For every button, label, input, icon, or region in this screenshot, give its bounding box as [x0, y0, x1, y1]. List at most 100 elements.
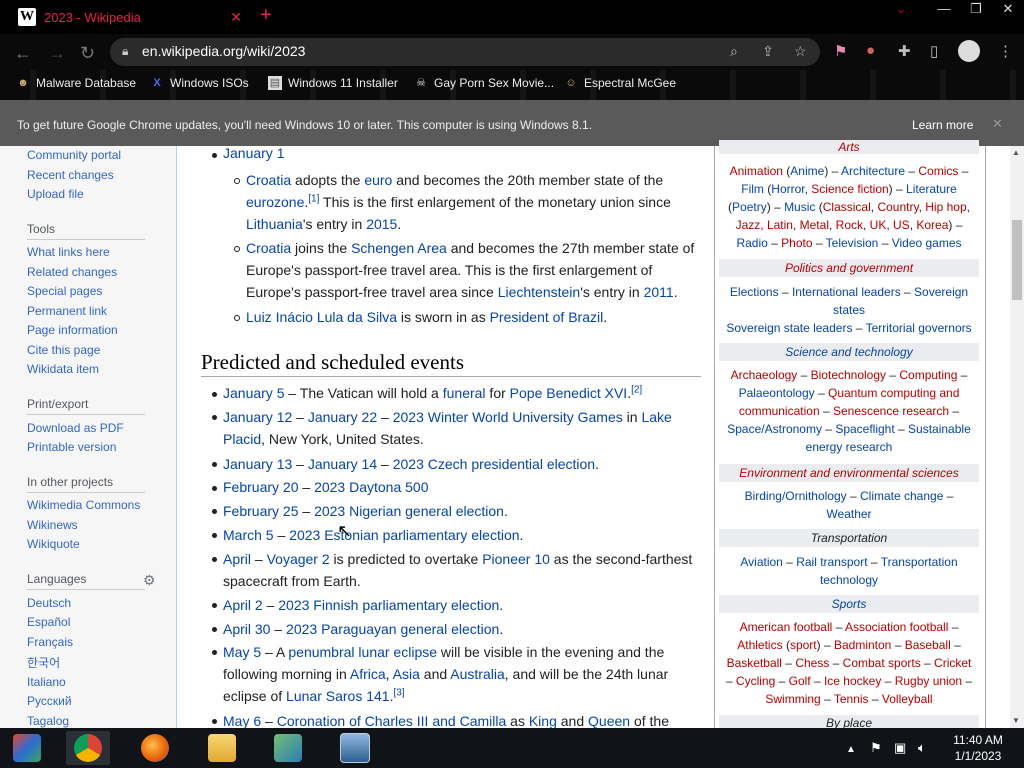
profile-avatar-icon[interactable]: [958, 40, 980, 62]
scroll-down-icon[interactable]: ▼: [1012, 716, 1020, 725]
navbox-link[interactable]: Senescence research: [833, 404, 949, 418]
navbox-link[interactable]: Sovereign state leaders: [726, 321, 852, 335]
sidebar-link-cite-this-page[interactable]: Cite this page: [27, 343, 100, 357]
link[interactable]: eurozone: [246, 194, 304, 210]
navbox-link[interactable]: Combat sports: [843, 656, 921, 670]
bookmark-gay-porn-sex-movie[interactable]: ☠ Gay Porn Sex Movie...: [414, 76, 554, 90]
learn-more-link[interactable]: Learn more: [912, 118, 973, 132]
bookmark-espectral-mcgee[interactable]: ☺ Espectral McGee: [564, 76, 676, 90]
navbox-group-environment[interactable]: Environment and environmental sciences: [719, 464, 979, 482]
infobar-close-icon[interactable]: ✕: [992, 116, 1003, 132]
navbox-link[interactable]: Weather: [826, 507, 871, 521]
zoom-search-icon[interactable]: ⌕: [730, 43, 738, 60]
link[interactable]: May 6: [223, 713, 261, 728]
navbox-link[interactable]: Palaeontology: [739, 386, 815, 400]
navbox-link[interactable]: Metal: [800, 218, 829, 232]
navbox-link[interactable]: Jazz: [736, 218, 761, 232]
maximize-button[interactable]: ❐: [960, 0, 992, 18]
sidebar-link-page-information[interactable]: Page information: [27, 323, 118, 337]
sidebar-link-upload-file[interactable]: Upload file: [27, 187, 84, 201]
navbox-link[interactable]: Rugby union: [895, 674, 962, 688]
navbox-link[interactable]: Biotechnology: [811, 368, 886, 382]
bookmark-windows-isos[interactable]: X Windows ISOs: [150, 76, 248, 90]
link[interactable]: April: [223, 551, 251, 567]
scrollbar-thumb[interactable]: [1012, 220, 1022, 300]
navbox-link[interactable]: Climate change: [860, 489, 943, 503]
link[interactable]: January 5: [223, 385, 284, 401]
tab-close-icon[interactable]: ✕: [230, 9, 242, 26]
navbox-link[interactable]: Literature: [906, 182, 957, 196]
link[interactable]: 2023 Paraguayan general election: [286, 621, 499, 637]
lang-link-tagalog[interactable]: Tagalog: [27, 714, 69, 728]
link[interactable]: January 13: [223, 456, 292, 472]
navbox-link[interactable]: states: [833, 303, 865, 317]
date-heading-january-1[interactable]: January 1: [223, 142, 284, 164]
navbox-group-politics[interactable]: Politics and government: [719, 259, 979, 277]
close-window-button[interactable]: ✕: [992, 0, 1024, 18]
navbox-group-arts[interactable]: Arts: [719, 140, 979, 154]
link[interactable]: 2011: [644, 284, 674, 300]
forward-arrow-icon[interactable]: →: [48, 43, 66, 64]
navbox-link[interactable]: Association football: [845, 620, 948, 634]
link[interactable]: Placid: [223, 431, 261, 447]
lang-link-russian[interactable]: Русский: [27, 694, 72, 708]
navbox-link[interactable]: UK: [870, 218, 887, 232]
navbox-link[interactable]: Territorial governors: [866, 321, 972, 335]
sidebar-link-related-changes[interactable]: Related changes: [27, 265, 117, 279]
navbox-link[interactable]: US: [893, 218, 910, 232]
sidebar-link-wikinews[interactable]: Wikinews: [27, 518, 78, 532]
navbox-link[interactable]: Chess: [795, 656, 829, 670]
navbox-link[interactable]: American football: [740, 620, 833, 634]
sidebar-link-wikiquote[interactable]: Wikiquote: [27, 537, 80, 551]
navbox-link[interactable]: Anime: [790, 164, 824, 178]
extensions-puzzle-icon[interactable]: ✚: [898, 42, 911, 60]
navbox-link[interactable]: Country: [877, 200, 918, 214]
link[interactable]: March 5: [223, 527, 274, 543]
link[interactable]: euro: [364, 172, 392, 188]
link[interactable]: Lunar Saros 141: [286, 688, 390, 704]
link[interactable]: President of Brazil: [490, 309, 604, 325]
tray-overflow-chevron-up-icon[interactable]: ▲: [846, 744, 856, 755]
navbox-link[interactable]: Radio: [736, 236, 767, 250]
navbox-link[interactable]: Tennis: [834, 692, 869, 706]
link[interactable]: February 20: [223, 479, 298, 495]
extension-avatar-icon[interactable]: ●: [866, 42, 875, 59]
navbox-link[interactable]: communication: [739, 404, 820, 418]
navbox-link[interactable]: Cricket: [934, 656, 971, 670]
navbox-group-sports[interactable]: Sports: [719, 595, 979, 613]
link[interactable]: January 22: [308, 409, 377, 425]
new-tab-button[interactable]: +: [260, 4, 272, 27]
navbox-link[interactable]: Rail transport: [796, 555, 867, 569]
taskbar-app-network[interactable]: [266, 731, 310, 765]
navbox-link[interactable]: Hip hop: [925, 200, 966, 214]
sidebar-link-wikidata-item[interactable]: Wikidata item: [27, 362, 99, 376]
link[interactable]: January 14: [308, 456, 377, 472]
link[interactable]: Croatia: [246, 172, 291, 188]
navbox-link[interactable]: technology: [820, 573, 878, 587]
sidebar-link-download-pdf[interactable]: Download as PDF: [27, 421, 124, 435]
navbox-link[interactable]: Sovereign: [914, 285, 968, 299]
bookmark-malware-database[interactable]: ☻ Malware Database: [16, 76, 136, 90]
navbox-link[interactable]: Horror: [771, 182, 804, 196]
link[interactable]: Schengen Area: [351, 240, 447, 256]
navbox-link[interactable]: Korea: [916, 218, 948, 232]
link[interactable]: 2023 Daytona 500: [314, 479, 428, 495]
link[interactable]: Asia: [393, 666, 420, 682]
lang-link-deutsch[interactable]: Deutsch: [27, 596, 71, 610]
navbox-link[interactable]: Ice hockey: [824, 674, 881, 688]
language-settings-gear-icon[interactable]: ⚙: [143, 572, 156, 589]
taskbar-clock[interactable]: 11:40 AM 1/1/2023: [940, 732, 1016, 764]
volume-icon[interactable]: 🔈︎: [918, 740, 926, 756]
link[interactable]: April 2: [223, 597, 263, 613]
navbox-link[interactable]: Comics: [918, 164, 958, 178]
taskbar-app-chrome[interactable]: [66, 731, 110, 765]
navbox-link[interactable]: Aviation: [740, 555, 782, 569]
bookmark-star-icon[interactable]: ☆: [794, 43, 807, 60]
sidebar-link-what-links-here[interactable]: What links here: [27, 245, 110, 259]
navbox-link[interactable]: Quantum computing and: [828, 386, 959, 400]
navbox-link[interactable]: Television: [826, 236, 879, 250]
lang-link-korean[interactable]: 한국어: [27, 654, 60, 671]
link[interactable]: Luiz Inácio Lula da Silva: [246, 309, 397, 325]
navbox-link[interactable]: Badminton: [834, 638, 891, 652]
navbox-link[interactable]: Latin: [767, 218, 793, 232]
